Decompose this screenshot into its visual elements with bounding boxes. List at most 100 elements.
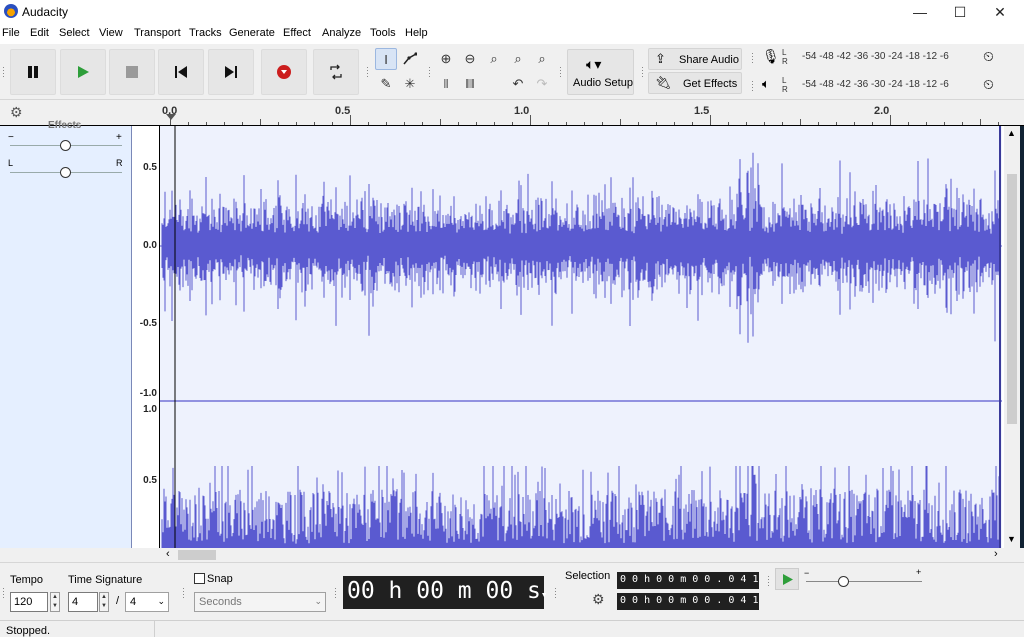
time-signature-grip[interactable] (2, 587, 5, 599)
play-button[interactable] (60, 49, 106, 95)
menu-select[interactable]: Select (59, 27, 90, 39)
timeline-settings-gear-icon[interactable]: ⚙ (10, 104, 23, 121)
record-button[interactable] (261, 49, 307, 95)
ruler-tick (512, 122, 513, 125)
menu-tracks[interactable]: Tracks (189, 27, 222, 39)
pause-button[interactable] (10, 49, 56, 95)
vertical-scroll-thumb[interactable] (1007, 174, 1017, 424)
ruler-tick (350, 115, 351, 125)
draw-tool-button[interactable]: ✎ (375, 73, 397, 95)
selection-start-time[interactable]: 0 0 h 0 0 m 0 0 . 0 4 1 s (617, 572, 759, 589)
record-meter-settings-icon[interactable]: ⏲︎ (983, 48, 994, 65)
snap-checkbox[interactable] (194, 573, 205, 584)
undo-button[interactable]: ↶ (507, 73, 529, 95)
fit-selection-button[interactable]: ⌕ (483, 48, 505, 70)
waveform-area[interactable] (160, 126, 1002, 548)
speaker-icon[interactable]: 🔈︎ (762, 76, 770, 92)
snap-grip[interactable] (182, 587, 185, 599)
play-head-marker-icon[interactable] (166, 114, 176, 124)
play-at-speed-button[interactable] (775, 568, 799, 590)
selection-end-time[interactable]: 0 0 h 0 0 m 0 0 . 0 4 1 s (617, 593, 759, 610)
skip-to-start-button[interactable] (158, 49, 204, 95)
time-signature-numerator-input[interactable]: 4 (68, 592, 98, 612)
audio-setup-grip[interactable] (559, 66, 562, 78)
horizontal-scrollbar[interactable]: ‹ › (0, 548, 1024, 562)
record-meter-grip[interactable] (751, 52, 754, 64)
selection-grip[interactable] (554, 587, 557, 599)
microphone-icon[interactable]: 🎙︎ (762, 48, 780, 65)
play-meter-settings-icon[interactable]: ⏲︎ (983, 76, 994, 93)
speed-slider-thumb[interactable] (838, 576, 849, 587)
pencil-icon: ✎ (380, 76, 392, 91)
time-grip[interactable] (334, 587, 337, 599)
menu-analyze[interactable]: Analyze (322, 27, 361, 39)
play-meter-scale[interactable]: -54 -48 -42 -36 -30 -24 -18 -12 -6 (802, 79, 949, 90)
menu-help[interactable]: Help (405, 27, 428, 39)
ruler-tick (404, 122, 405, 125)
scroll-left-arrow-icon[interactable]: ‹ (166, 548, 170, 560)
amplitude-ruler[interactable]: 0.5 0.0 -0.5 -1.0 1.0 0.5 (132, 126, 160, 548)
share-grip[interactable] (641, 66, 644, 78)
audio-setup-button[interactable]: 🔈︎▾ Audio Setup (567, 49, 634, 95)
undo-icon: ↶ (512, 76, 524, 91)
gain-slider-thumb[interactable] (60, 140, 71, 151)
horizontal-scroll-thumb[interactable] (178, 550, 216, 560)
ruler-tick (854, 122, 855, 125)
menu-file[interactable]: File (2, 27, 20, 39)
fit-project-button[interactable]: ⌕ (507, 48, 529, 70)
envelope-tool-button[interactable] (399, 48, 421, 70)
scroll-right-arrow-icon[interactable]: › (994, 548, 998, 560)
scroll-up-arrow-icon[interactable]: ▲ (1007, 128, 1016, 138)
menu-effect[interactable]: Effect (283, 27, 311, 39)
zoom-out-button[interactable]: ⊖ (459, 48, 481, 70)
edit-grip[interactable] (428, 66, 431, 78)
trim-button[interactable]: ⫼ (435, 73, 457, 95)
ruler-tick (206, 122, 207, 125)
waveform-canvas[interactable] (160, 126, 1002, 548)
scroll-down-arrow-icon[interactable]: ▼ (1007, 534, 1016, 544)
selection-tool-button[interactable]: I (375, 48, 397, 70)
ruler-tick (656, 122, 657, 125)
multi-tool-button[interactable]: ✳ (399, 73, 421, 95)
track-control-panel[interactable]: Effects − + L R (0, 120, 132, 548)
get-effects-button[interactable]: 🔌︎ Get Effects (648, 72, 742, 94)
timeline-ruler[interactable]: ⚙ 0.0 0.5 1.0 1.5 2.0 (0, 100, 1024, 126)
menu-generate[interactable]: Generate (229, 27, 275, 39)
play-meter-grip[interactable] (751, 80, 754, 92)
minimize-button[interactable]: — (900, 0, 940, 24)
pan-slider-thumb[interactable] (60, 167, 71, 178)
menu-transport[interactable]: Transport (134, 27, 181, 39)
ruler-tick (602, 122, 603, 125)
ruler-tick (638, 122, 639, 125)
tools-grip[interactable] (366, 66, 369, 78)
time-display[interactable]: 00 h 00 m 00 s▾ (343, 576, 548, 609)
close-button[interactable]: ✕ (980, 0, 1020, 24)
maximize-button[interactable]: ☐ (940, 0, 980, 24)
time-display-dropdown-icon[interactable]: ▾ (541, 588, 548, 601)
toolbar-grip[interactable] (2, 66, 5, 78)
zoom-in-button[interactable]: ⊕ (435, 48, 457, 70)
record-meter-scale[interactable]: -54 -48 -42 -36 -30 -24 -18 -12 -6 (802, 51, 949, 62)
amplitude-label: -0.5 (139, 318, 157, 329)
menu-view[interactable]: View (99, 27, 123, 39)
menu-edit[interactable]: Edit (30, 27, 49, 39)
time-signature-denominator-select[interactable]: 4 ⌄ (125, 592, 169, 612)
menu-tools[interactable]: Tools (370, 27, 396, 39)
tempo-stepper[interactable]: ▲ ▼ (50, 592, 60, 612)
zoom-toggle-button[interactable]: ⌕ (531, 48, 553, 70)
tempo-input[interactable]: 120 (10, 592, 48, 612)
silence-button[interactable]: ⫼⫼ (459, 73, 481, 95)
share-audio-button[interactable]: ⇪ Share Audio (648, 48, 742, 70)
play-at-speed-grip[interactable] (767, 575, 770, 587)
snap-unit-select[interactable]: Seconds ⌄ (194, 592, 326, 612)
audio-setup-label: Audio Setup (573, 77, 633, 89)
amplitude-label: 0.5 (143, 475, 157, 486)
time-signature-stepper[interactable]: ▲ ▼ (99, 592, 109, 612)
vertical-scrollbar[interactable]: ▲ ▼ (1004, 126, 1020, 548)
skip-to-end-button[interactable] (208, 49, 254, 95)
redo-button[interactable]: ↷ (531, 73, 553, 95)
stop-button[interactable] (109, 49, 155, 95)
waveform-channel-2 (161, 466, 1000, 548)
selection-settings-gear-icon[interactable]: ⚙ (592, 591, 605, 608)
loop-button[interactable] (313, 49, 359, 95)
